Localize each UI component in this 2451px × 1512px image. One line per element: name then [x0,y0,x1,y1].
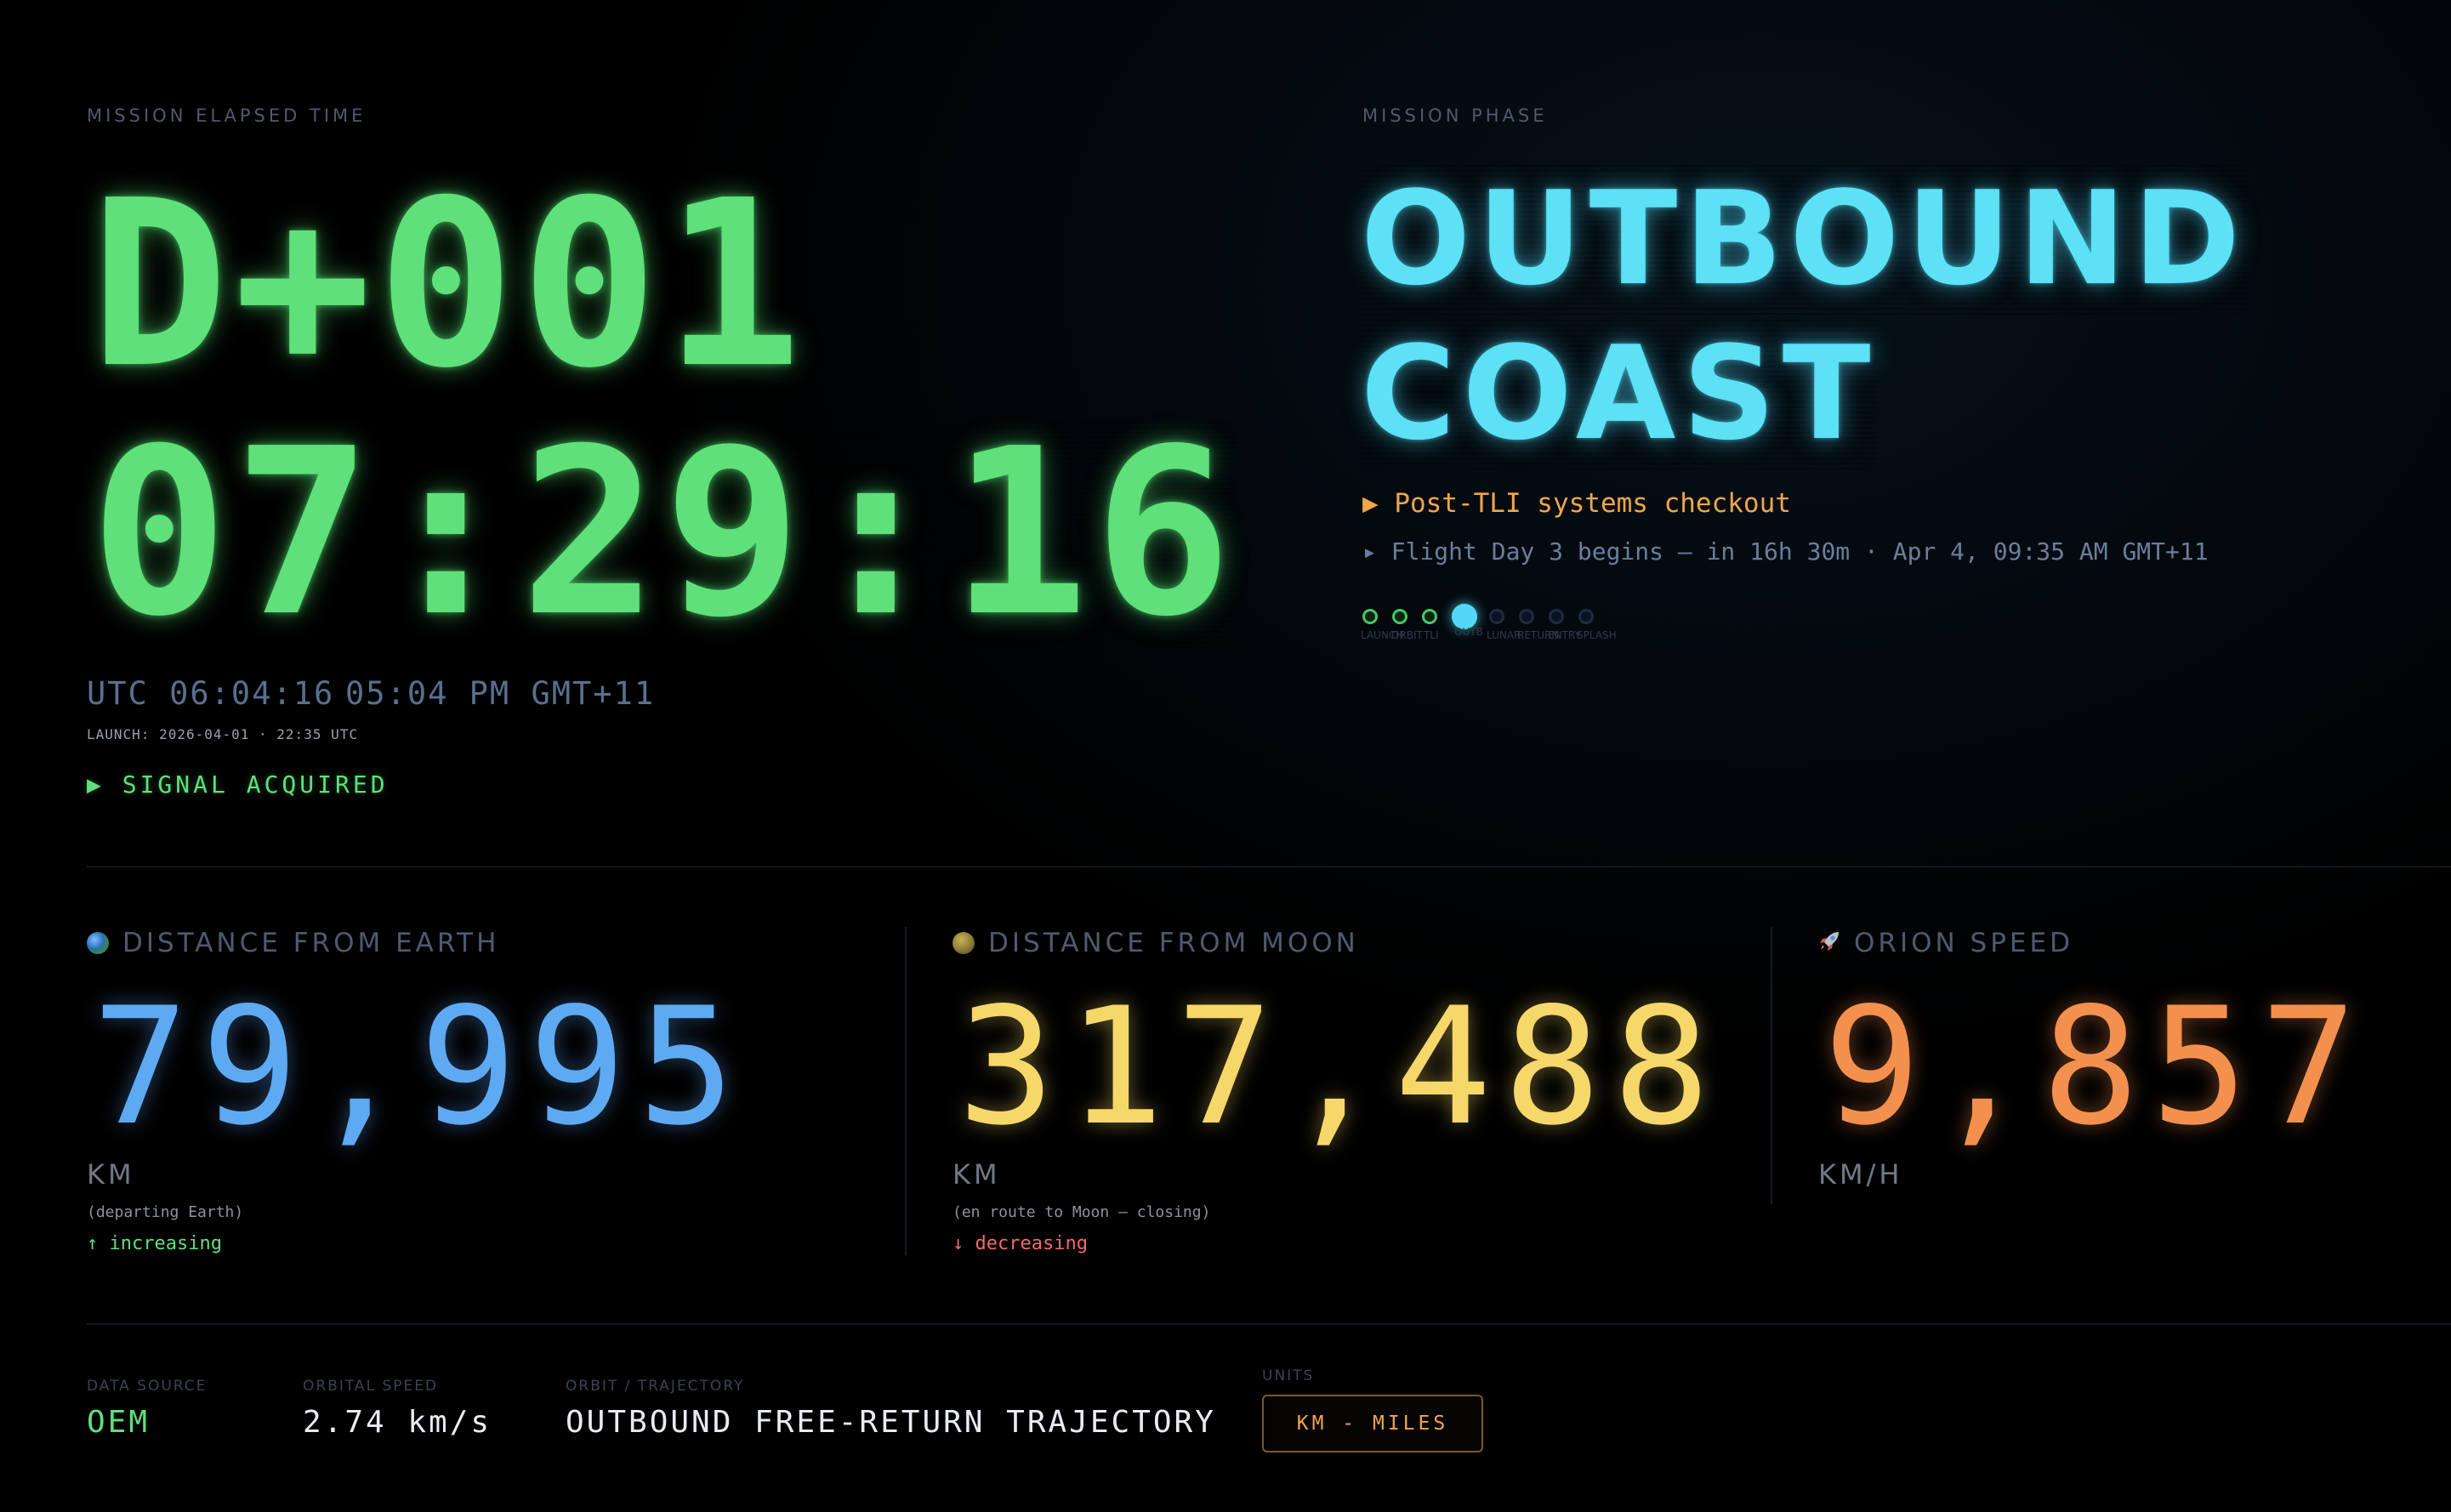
launch-time: LAUNCH: 2026-04-01 · 22:35 UTC [87,726,358,742]
timeline-label: LUNAR [1487,629,1521,641]
timeline-dot-orbit [1392,609,1407,624]
timeline-dot-lunar [1489,609,1504,624]
timeline-dot-return [1519,609,1534,624]
moon-distance-note: (en route to Moon — closing) [953,1203,1211,1221]
earth-trend: ↑ increasing [87,1233,222,1254]
timeline-label: OUTB [1454,626,1483,638]
timeline-dot-launch [1362,609,1378,624]
utc-time: UTC 06:04:16 [87,675,335,712]
speed-label: ORION SPEED [1854,928,2073,958]
phase-title-line1: OUTBOUND [1361,162,2248,317]
divider [1771,927,1772,1204]
phase-label: MISSION PHASE [1362,105,1548,126]
moon-distance-unit: KM [953,1158,1001,1191]
earth-distance-unit: KM [87,1158,135,1191]
local-time: 05:04 PM GMT+11 [345,675,656,712]
units-label: UNITS [1262,1367,1315,1384]
met-label: MISSION ELAPSED TIME [87,105,367,126]
timeline-label: ORBIT [1391,629,1423,641]
speed-unit: KM/H [1818,1158,1903,1191]
divider [87,1323,2451,1325]
phase-activity: ▶ Post-TLI systems checkout [1362,488,1791,519]
met-clock: 07:29:16 [90,399,1237,667]
earth-icon [87,932,109,954]
orbital-speed-value: 2.74 km/s [303,1405,492,1440]
trajectory-label: ORBIT / TRAJECTORY [566,1378,745,1395]
units-toggle-button[interactable]: KM - MILES [1262,1395,1483,1452]
data-source-label: DATA SOURCE [87,1378,208,1395]
earth-distance-value: 79,995 [92,973,748,1161]
timeline-label: ENTRY [1548,629,1581,641]
divider [87,866,2451,867]
earth-distance-label: DISTANCE FROM EARTH [122,928,500,958]
timeline-dot-splash [1578,609,1594,624]
timeline-dot-tli [1422,609,1437,624]
moon-distance-label: DISTANCE FROM MOON [988,928,1359,958]
orbital-speed-label: ORBITAL SPEED [303,1378,439,1395]
moon-icon [953,932,975,954]
moon-distance-value: 317,488 [958,973,1722,1161]
rocket-icon [1817,929,1842,954]
data-source-value: OEM [87,1405,151,1440]
phase-title-line2: COAST [1361,316,1878,472]
met-day: D+001 [90,151,807,418]
signal-status: ▶ SIGNAL ACQUIRED [87,770,389,799]
timeline-label: SPLASH [1577,629,1617,641]
timeline-label: TLI [1424,629,1439,641]
timeline-dot-entry [1549,609,1564,624]
trajectory-value: OUTBOUND FREE-RETURN TRAJECTORY [566,1405,1216,1440]
divider [905,927,907,1255]
speed-value: 9,857 [1823,973,2369,1161]
next-event: ▸ Flight Day 3 begins — in 16h 30m · Apr… [1362,537,2209,566]
earth-distance-note: (departing Earth) [87,1203,244,1221]
moon-trend: ↓ decreasing [953,1233,1088,1254]
phase-timeline: LAUNCH ORBIT TLI OUTB LUNAR RETURN ENTRY… [1361,595,1650,650]
